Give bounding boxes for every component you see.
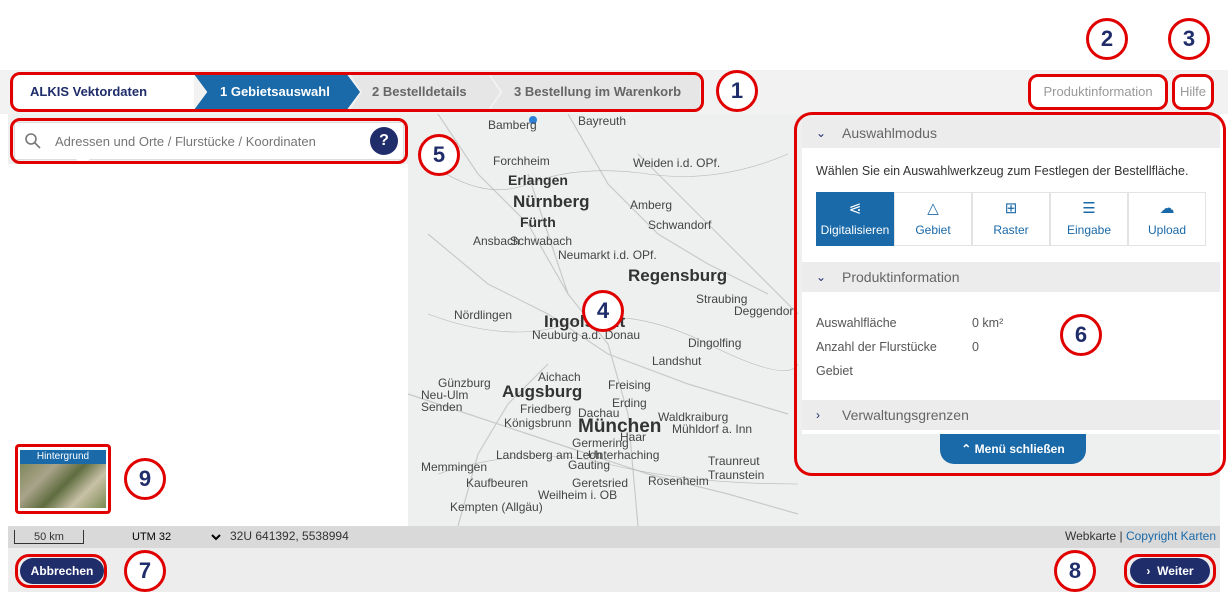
annotation-frame-5 bbox=[10, 118, 408, 164]
separator: | bbox=[1119, 529, 1123, 543]
annotation-number: 4 bbox=[582, 290, 624, 332]
annotation-number: 1 bbox=[716, 70, 758, 112]
map-label: Amberg bbox=[630, 198, 673, 212]
annotation-number: 5 bbox=[418, 134, 460, 176]
map-credits: Webkarte | Copyright Karten bbox=[1065, 529, 1216, 543]
map-label: Neuburg a.d. Donau bbox=[532, 328, 641, 342]
map-label: Weilheim i. OB bbox=[538, 488, 618, 502]
map-label: Königsbrunn bbox=[504, 416, 572, 430]
map-label: Augsburg bbox=[502, 382, 583, 401]
map-label: Weiden i.d. OPf. bbox=[633, 156, 721, 170]
map-label: Deggendorf bbox=[734, 304, 797, 318]
map-label: Freising bbox=[608, 378, 651, 392]
annotation-number: 2 bbox=[1086, 18, 1128, 60]
annotation-number: 6 bbox=[1060, 314, 1102, 356]
annotation-frame-6 bbox=[794, 112, 1226, 476]
annotation-number: 9 bbox=[124, 458, 166, 500]
basemap-label: Webkarte bbox=[1065, 529, 1117, 543]
map-label: Mühldorf a. Inn bbox=[672, 422, 753, 436]
footer-bar bbox=[8, 548, 1220, 592]
annotation-number: 3 bbox=[1168, 18, 1210, 60]
map-label: Traunstein bbox=[708, 468, 765, 482]
map-label: Kempten (Allgäu) bbox=[450, 500, 543, 514]
map-label: Dingolfing bbox=[688, 336, 742, 350]
map-label: Traunreut bbox=[708, 454, 760, 468]
map-label: Erlangen bbox=[508, 172, 568, 188]
map-label: Bamberg bbox=[488, 118, 537, 132]
annotation-frame-9 bbox=[15, 444, 111, 514]
map-label: Landshut bbox=[652, 354, 702, 368]
page: ALKIS Vektordaten 1 Gebietsauswahl 2 Bes… bbox=[0, 0, 1228, 600]
status-bar: 50 km UTM 32 32U 641392, 5538994 Webkart… bbox=[8, 526, 1220, 548]
crs-select[interactable]: UTM 32 bbox=[128, 529, 224, 545]
coordinate-readout: 32U 641392, 5538994 bbox=[230, 529, 349, 543]
map-label: Friedberg bbox=[520, 402, 572, 416]
map-label: Schwabach bbox=[510, 234, 573, 248]
map-label: Nördlingen bbox=[454, 308, 513, 322]
map-label: Senden bbox=[421, 400, 463, 414]
map-label: Regensburg bbox=[628, 266, 728, 285]
map-label: Gauting bbox=[568, 458, 611, 472]
scale-bar: 50 km bbox=[14, 530, 84, 544]
annotation-number: 7 bbox=[124, 550, 166, 592]
map-label: Schwandorf bbox=[648, 218, 712, 232]
annotation-frame-1 bbox=[10, 72, 704, 112]
map-label: Bayreuth bbox=[578, 114, 627, 128]
map-label: Forchheim bbox=[493, 154, 550, 168]
annotation-frame-7 bbox=[15, 554, 107, 588]
map-label: Memmingen bbox=[421, 460, 488, 474]
map-label: Nürnberg bbox=[513, 192, 590, 211]
map-label: Kaufbeuren bbox=[466, 476, 529, 490]
map-label: Fürth bbox=[520, 214, 556, 230]
map-label: Neumarkt i.d. OPf. bbox=[558, 248, 657, 262]
annotation-number: 8 bbox=[1054, 550, 1096, 592]
map-label: Haar bbox=[620, 430, 647, 444]
annotation-frame-3 bbox=[1172, 74, 1214, 110]
annotation-frame-8 bbox=[1124, 554, 1216, 588]
map-label: Rosenheim bbox=[648, 474, 709, 488]
annotation-frame-2 bbox=[1028, 74, 1168, 110]
copyright-link[interactable]: Copyright Karten bbox=[1126, 529, 1216, 543]
